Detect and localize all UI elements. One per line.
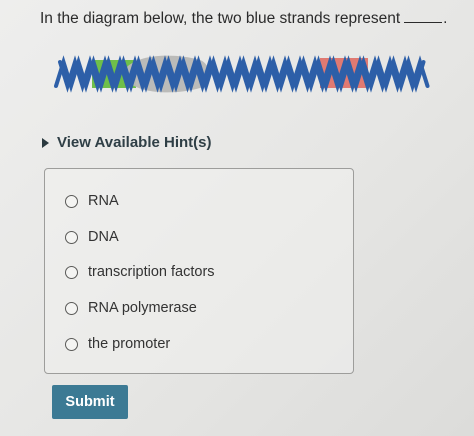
question-text: In the diagram below, the two blue stran…: [40, 10, 447, 28]
option-label: DNA: [88, 229, 119, 245]
radio-button[interactable]: [65, 265, 78, 279]
answer-options: RNA DNA transcription factors RNA polyme…: [44, 168, 354, 374]
dna-diagram: [54, 55, 430, 93]
option-label: the promoter: [88, 336, 171, 352]
option-dna[interactable]: DNA: [65, 229, 119, 245]
option-rna-polymerase[interactable]: RNA polymerase: [65, 300, 197, 316]
hint-label: View Available Hint(s): [57, 134, 212, 151]
option-transcription-factors[interactable]: transcription factors: [65, 264, 215, 280]
option-label: RNA polymerase: [88, 300, 197, 316]
radio-button[interactable]: [65, 337, 78, 351]
radio-button[interactable]: [65, 194, 78, 208]
view-hints-toggle[interactable]: View Available Hint(s): [42, 134, 212, 151]
submit-button[interactable]: Submit: [52, 385, 128, 419]
triangle-right-icon: [42, 137, 49, 148]
radio-button[interactable]: [65, 230, 78, 244]
radio-button[interactable]: [65, 301, 78, 315]
option-label: transcription factors: [88, 264, 215, 280]
answer-blank: [404, 10, 443, 23]
option-the-promoter[interactable]: the promoter: [65, 336, 170, 352]
option-rna[interactable]: RNA: [65, 193, 119, 209]
option-label: RNA: [88, 193, 119, 209]
question-period: .: [443, 10, 448, 27]
question-prompt: In the diagram below, the two blue stran…: [40, 10, 401, 27]
